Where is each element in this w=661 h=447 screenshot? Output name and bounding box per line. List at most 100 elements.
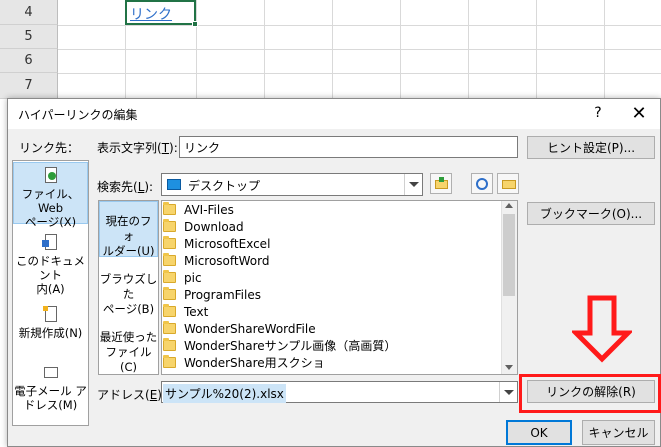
list-item[interactable]: MicrosoftWord [163,252,269,269]
file-name: Text [184,304,209,319]
file-name: WonderShareサンプル画像（高画質） [184,339,397,353]
fill-handle[interactable] [192,21,198,27]
scrollbar-thumb[interactable] [503,214,515,296]
list-item[interactable]: WonderShare用スクショ [163,354,325,371]
file-name: WonderShare用スクショ [184,356,325,370]
cancel-button[interactable]: キャンセル [582,420,655,445]
email-icon [41,364,61,382]
grid-line [468,0,469,100]
spreadsheet-background [0,0,661,100]
subnav-recent-files-label-2: ファイル(C) [105,345,152,374]
globe-shape [47,172,56,180]
up-folder-icon[interactable] [430,173,452,194]
grid-line [58,25,661,26]
list-item[interactable]: WonderShareサンプル画像（高画質） [163,337,396,354]
nav-this-document[interactable]: このドキュメント 内(A) [13,234,88,296]
address-label: アドレス(E): [97,388,166,402]
web-page-icon [41,167,61,185]
subnav-browsed-pages-label-2: ページ(B) [102,302,155,316]
list-item[interactable]: AVI-Files [163,201,234,218]
file-name: pic [184,270,202,285]
scroll-up-icon[interactable] [505,203,513,208]
nav-file-web-label-1: ファイル、Web [21,187,80,215]
display-text-label: 表示文字列(T): [97,141,178,155]
grid-line [536,0,537,100]
grid-line [332,0,333,100]
folder-icon [163,270,176,283]
star-shape [42,306,48,311]
file-name: MicrosoftWord [184,253,270,268]
folder-icon [163,355,176,368]
address-combo[interactable]: サンプル%20(2).xlsx [161,381,518,403]
link-to-label: リンク先： [19,141,80,155]
open-folder-icon-shape [502,180,516,189]
nav-this-document-label-2: 内(A) [36,282,65,296]
grid-line [196,0,197,100]
globe-icon-shape [476,178,488,190]
list-item[interactable]: pic [163,269,202,286]
browse-web-icon[interactable] [471,173,493,194]
subnav-current-folder[interactable]: 現在のフォ ルダー(U) [99,201,158,258]
file-name: ProgramFiles [184,287,261,302]
list-item[interactable]: Text [163,303,208,320]
look-in-combo[interactable]: デスクトップ [161,173,423,196]
folder-icon [163,304,176,317]
nav-email-address[interactable]: 電子メール ア ドレス(M) [13,364,88,416]
grid-line [604,0,605,100]
file-name: AVI-Files [184,202,234,217]
row-header-6[interactable]: 6 [0,49,58,73]
highlight-frame [519,374,661,413]
display-text-value: リンク [184,141,221,155]
grid-line [58,73,661,74]
desktop-icon [167,179,181,190]
nav-new-document[interactable]: 新規作成(N) [13,306,88,346]
folder-icon [163,236,176,249]
subnav-recent-files[interactable]: 最近使った ファイル(C) [99,330,158,374]
screentip-button[interactable]: ヒント設定(P)... [527,136,655,159]
chevron-down-icon[interactable] [404,174,422,195]
arrow-shape [41,240,49,247]
file-name: MicrosoftExcel [184,236,271,251]
up-arrow-icon-shape [439,177,444,182]
subnav-browsed-pages[interactable]: ブラウズした ページ(B) [99,272,158,316]
list-item[interactable]: ProgramFiles [163,286,261,303]
row-header-5[interactable]: 5 [0,25,58,49]
folder-icon [163,202,176,215]
display-text-input[interactable]: リンク [179,136,518,158]
row-header-7[interactable]: 7 [0,73,58,99]
nav-new-document-label: 新規作成(N) [18,326,83,340]
list-item[interactable]: WonderShareWordFile [163,320,316,337]
folder-icon [163,253,176,266]
grid-line [400,0,401,100]
subnav-browsed-pages-label-1: ブラウズした [99,272,158,301]
ok-button[interactable]: OK [506,420,572,445]
folder-icon [163,338,176,351]
grid-line [58,49,661,50]
list-item[interactable]: Download [163,218,244,235]
nav-file-web-page[interactable]: ファイル、Web ページ(X) [13,162,88,229]
subnav-current-folder-label-1: 現在のフォ [105,214,152,243]
cell-hyperlink[interactable]: リンク [130,4,172,24]
scroll-down-icon[interactable] [505,365,513,370]
grid-line [264,0,265,100]
help-button[interactable]: ? [584,100,612,126]
subnav-recent-files-label-1: 最近使った [99,330,158,344]
look-in-value: デスクトップ [188,179,261,193]
subnav-current-folder-label-2: ルダー(U) [102,244,155,258]
nav-email-label-2: ドレス(M) [23,398,78,412]
nav-this-document-label-1: このドキュメント [16,254,85,282]
list-item[interactable]: MicrosoftExcel [163,235,270,252]
down-arrow-annotation-icon [572,295,632,363]
nav-email-label-1: 電子メール ア [14,384,87,398]
folder-icon [163,321,176,334]
look-in-label: 検索先(L): [97,180,154,194]
nav-file-web-label-2: ページ(X) [24,215,77,229]
browse-file-icon[interactable] [497,173,519,194]
folder-icon [163,219,176,232]
chevron-down-icon[interactable] [499,382,517,402]
row-header-4[interactable]: 4 [0,0,58,25]
bookmark-button[interactable]: ブックマーク(O)... [527,202,655,225]
document-icon [41,234,61,252]
folder-icon [163,287,176,300]
close-button[interactable]: ✕ [624,100,654,126]
